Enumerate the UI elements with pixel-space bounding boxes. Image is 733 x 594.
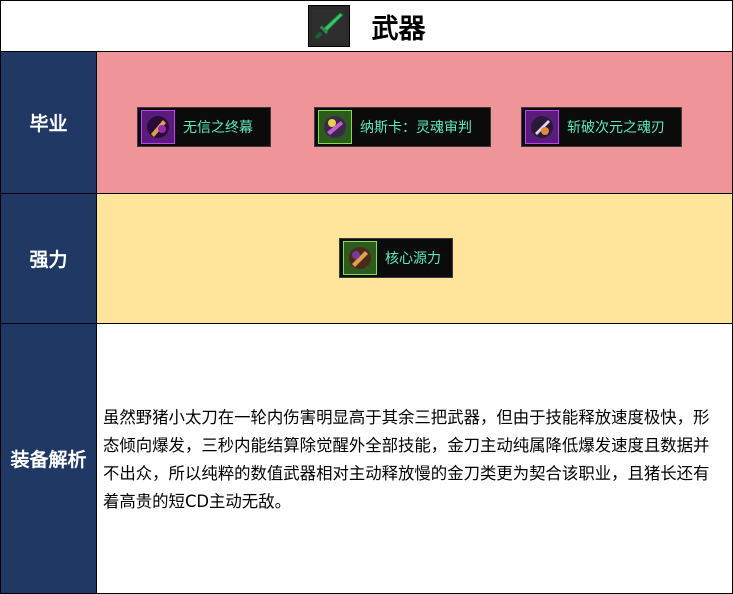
row-strong: 强力 核心源力 (1, 194, 732, 324)
equipment-item[interactable]: 纳斯卡：灵魂审判 (314, 107, 491, 147)
row-label: 强力 (1, 194, 97, 323)
row-content: 核心源力 (97, 194, 732, 323)
purple-weapon-icon (525, 110, 559, 144)
equipment-item[interactable]: 无信之终幕 (137, 107, 271, 147)
analysis-text: 虽然野猪小太刀在一轮内伤害明显高于其余三把武器，但由于技能释放速度极快，形态倾向… (103, 408, 710, 511)
row-label: 毕业 (1, 52, 97, 193)
item-name: 核心源力 (385, 251, 441, 267)
table-header: 武器 (1, 1, 732, 52)
green-weapon-icon (343, 241, 377, 275)
equipment-item[interactable]: 核心源力 (339, 238, 453, 278)
row-content: 虽然野猪小太刀在一轮内伤害明显高于其余三把武器，但由于技能释放速度极快，形态倾向… (97, 324, 732, 593)
item-name: 纳斯卡：灵魂审判 (360, 120, 472, 136)
weapon-table: 武器 毕业 无信之终幕 纳斯卡：灵魂审判 斩破次元之魂刃 强力 核心源力 装备解… (0, 0, 733, 594)
row-content: 无信之终幕 纳斯卡：灵魂审判 斩破次元之魂刃 (97, 52, 732, 193)
purple-weapon-icon (141, 110, 175, 144)
row-label: 装备解析 (1, 324, 97, 593)
row-analysis: 装备解析 虽然野猪小太刀在一轮内伤害明显高于其余三把武器，但由于技能释放速度极快… (1, 324, 732, 593)
item-name: 无信之终幕 (183, 120, 253, 136)
row-graduation: 毕业 无信之终幕 纳斯卡：灵魂审判 斩破次元之魂刃 (1, 52, 732, 194)
equipment-item[interactable]: 斩破次元之魂刃 (521, 107, 682, 147)
page-title: 武器 (371, 13, 426, 45)
item-name: 斩破次元之魂刃 (567, 120, 665, 136)
green-weapon-icon (318, 110, 352, 144)
sword-icon (307, 5, 350, 47)
